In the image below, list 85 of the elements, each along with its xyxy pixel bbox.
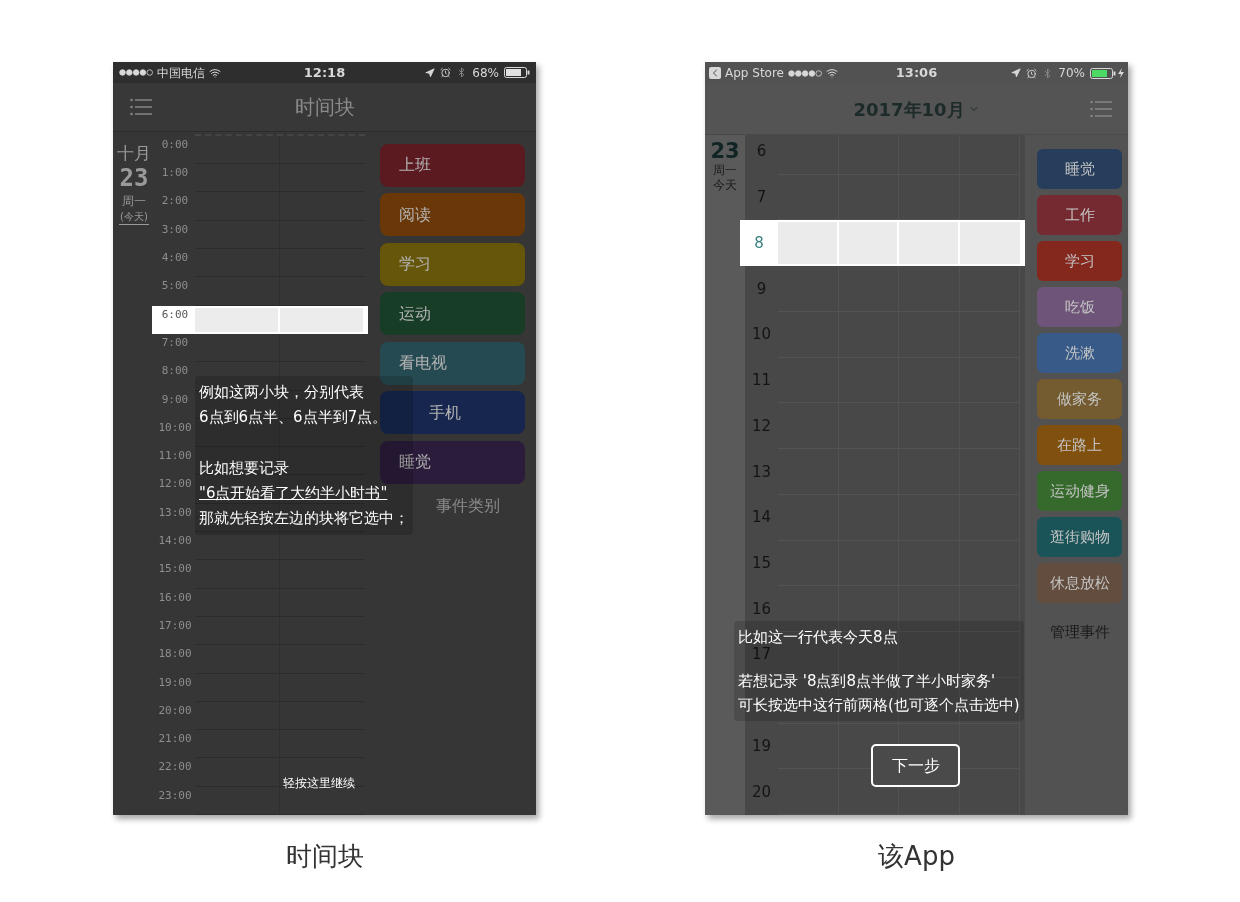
hour-label[interactable]: 23:00 bbox=[155, 786, 195, 815]
hour-label[interactable]: 18:00 bbox=[155, 645, 195, 674]
wifi-icon bbox=[209, 66, 221, 79]
location-icon bbox=[425, 67, 436, 78]
screen-title: 时间块 bbox=[293, 93, 356, 121]
hour-label[interactable]: 6:00 bbox=[152, 305, 195, 334]
selected-time-slot[interactable] bbox=[899, 220, 960, 267]
wifi-icon bbox=[826, 67, 838, 79]
category-button[interactable]: 吃饭 bbox=[1037, 287, 1122, 327]
hour-label[interactable]: 5:00 bbox=[155, 277, 195, 306]
guide-text: 例如这两小块，分别代表 bbox=[199, 382, 364, 403]
hour-label[interactable]: 1:00 bbox=[155, 164, 195, 193]
status-time: 12:18 bbox=[303, 63, 346, 82]
hour-label[interactable]: 14:00 bbox=[155, 532, 195, 561]
category-button[interactable]: 上班 bbox=[380, 143, 525, 187]
hour-label[interactable]: 16:00 bbox=[155, 588, 195, 617]
alarm-icon bbox=[440, 67, 452, 78]
guide-text: 比如这一行代表今天8点 bbox=[738, 627, 898, 647]
category-button[interactable]: 逛街购物 bbox=[1037, 517, 1122, 557]
hour-label[interactable]: 4:00 bbox=[155, 249, 195, 278]
hour-label[interactable]: 17:00 bbox=[155, 616, 195, 646]
category-button[interactable]: 运动 bbox=[380, 292, 525, 336]
signal-icon bbox=[788, 69, 822, 77]
signal-icon bbox=[119, 69, 153, 76]
weekday-label: 周一 bbox=[122, 192, 146, 210]
hour-label[interactable]: 10:00 bbox=[155, 418, 195, 448]
menu-icon[interactable] bbox=[130, 97, 152, 116]
selected-time-slot[interactable] bbox=[778, 220, 839, 267]
category-button[interactable]: 睡觉 bbox=[1037, 149, 1122, 189]
screen-caption: 时间块 bbox=[285, 840, 364, 873]
screen-caption: 该App bbox=[878, 840, 955, 873]
continue-hint-tooltip[interactable]: 轻按这里继续 bbox=[283, 774, 355, 792]
back-icon[interactable] bbox=[709, 67, 721, 79]
category-button[interactable]: 学习 bbox=[1037, 241, 1122, 281]
battery-percent: 70% bbox=[1058, 65, 1085, 82]
location-icon bbox=[1011, 68, 1022, 78]
category-button[interactable]: 洗漱 bbox=[1037, 333, 1122, 373]
hour-label[interactable]: 21:00 bbox=[155, 730, 195, 759]
selected-time-slot[interactable] bbox=[280, 305, 368, 334]
hour-label[interactable]: 7:00 bbox=[155, 333, 195, 363]
hour-label[interactable]: 15:00 bbox=[155, 560, 195, 589]
hour-label[interactable]: 8:00 bbox=[155, 362, 195, 391]
guide-text: 那就先轻按左边的块将它选中； bbox=[199, 508, 409, 529]
guide-text: 比如想要记录 bbox=[199, 458, 289, 479]
hour-label[interactable]: 8 bbox=[740, 220, 778, 267]
hour-label[interactable]: 11:00 bbox=[155, 447, 195, 476]
hour-label[interactable]: 9:00 bbox=[155, 390, 195, 419]
next-step-button[interactable]: 下一步 bbox=[871, 744, 960, 787]
guide-text: 若想记录 '8点到8点半做了半小时家务' bbox=[738, 671, 996, 692]
hour-label[interactable]: 3:00 bbox=[155, 220, 195, 250]
category-button[interactable]: 做家务 bbox=[1037, 379, 1122, 419]
charging-icon bbox=[1118, 68, 1124, 78]
category-button[interactable]: 阅读 bbox=[380, 193, 525, 237]
category-button[interactable]: 看电视 bbox=[380, 341, 525, 385]
category-button[interactable]: 工作 bbox=[1037, 195, 1122, 235]
hour-label[interactable]: 22:00 bbox=[155, 758, 195, 787]
hour-label[interactable]: 12:00 bbox=[155, 475, 195, 504]
quoted-example-text: "6点开始看了大约半小时书" bbox=[199, 483, 388, 504]
status-time: 13:06 bbox=[895, 64, 938, 83]
hour-label[interactable]: 20:00 bbox=[155, 701, 195, 731]
hour-label[interactable]: 13:00 bbox=[155, 503, 195, 533]
battery-percent: 68% bbox=[472, 64, 499, 82]
today-label: (今天) bbox=[119, 209, 149, 225]
day-number: 23 bbox=[710, 139, 740, 163]
category-button[interactable]: 手机 bbox=[380, 391, 525, 435]
month-picker[interactable]: 2017年10月 bbox=[853, 95, 980, 123]
category-button[interactable]: 运动健身 bbox=[1037, 471, 1122, 511]
category-button[interactable]: 休息放松 bbox=[1037, 563, 1122, 603]
back-app-link[interactable]: App Store bbox=[725, 64, 784, 82]
category-button[interactable]: 在路上 bbox=[1037, 425, 1122, 465]
hour-label[interactable]: 19:00 bbox=[155, 673, 195, 702]
category-button[interactable]: 学习 bbox=[380, 242, 525, 286]
selected-time-slot[interactable] bbox=[838, 220, 899, 267]
hour-label[interactable]: 0:00 bbox=[155, 135, 195, 165]
guide-text: 可长按选中这行前两格(也可逐个点击选中) bbox=[738, 695, 1020, 716]
day-number: 23 bbox=[119, 163, 149, 192]
today-label: 今天 bbox=[713, 178, 737, 193]
alarm-icon bbox=[1026, 67, 1038, 79]
selected-time-slot[interactable] bbox=[195, 305, 280, 334]
carrier-name: 中国电信 bbox=[157, 64, 205, 82]
month-label: 十月 bbox=[117, 141, 151, 164]
selected-time-slot[interactable] bbox=[959, 220, 1025, 267]
more-categories-link[interactable]: 事件类别 bbox=[436, 494, 500, 519]
category-button[interactable]: 睡觉 bbox=[380, 440, 525, 484]
hour-label[interactable]: 2:00 bbox=[155, 192, 195, 221]
